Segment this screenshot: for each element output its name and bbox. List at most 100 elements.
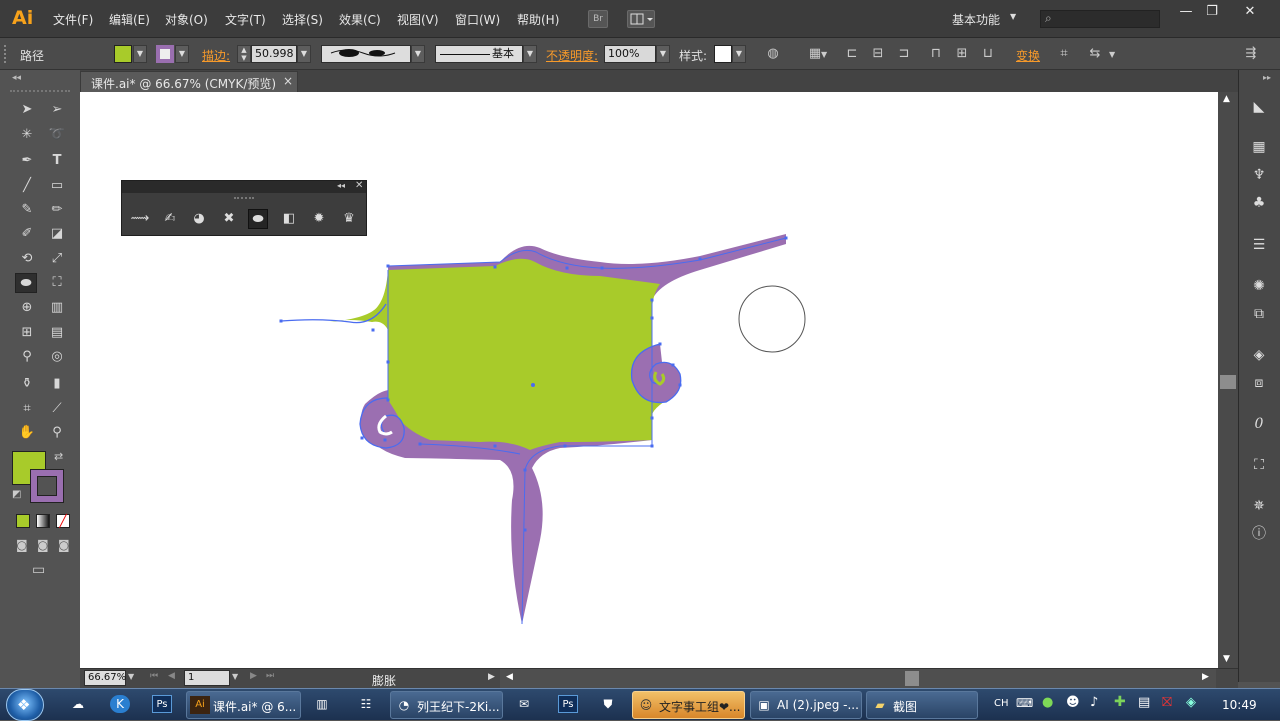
line-tool-icon[interactable]: ╱: [16, 176, 38, 196]
menu-view[interactable]: 视图(V): [397, 11, 439, 28]
anchor-point[interactable]: [386, 264, 390, 268]
draw-normal-icon[interactable]: ◙: [16, 538, 28, 552]
twirl-tool-icon[interactable]: ◕: [189, 209, 209, 229]
scroll-left-icon[interactable]: ◀: [506, 672, 513, 682]
start-button[interactable]: ❖: [6, 689, 44, 721]
last-artboard-icon[interactable]: ⏭: [266, 671, 274, 681]
anchor-point[interactable]: [523, 468, 527, 472]
stroke-swatch[interactable]: [156, 45, 174, 63]
tab-close-icon[interactable]: ×: [283, 74, 293, 88]
transform-link[interactable]: 变换: [1016, 47, 1040, 64]
align-center-icon[interactable]: ⊟: [869, 45, 887, 63]
stroke-panel-icon[interactable]: ☰: [1248, 234, 1270, 256]
wrinkle-tool-icon[interactable]: ♛: [339, 209, 359, 229]
network-icon[interactable]: ▤: [1138, 695, 1150, 710]
crystallize-tool-icon[interactable]: ✹: [309, 209, 329, 229]
artboards-icon[interactable]: ⧈: [1248, 372, 1270, 394]
expand-panels-icon[interactable]: ▸▸: [1263, 73, 1271, 82]
zoom-tool-icon[interactable]: ⚲: [46, 423, 68, 443]
gradient-mode-icon[interactable]: [36, 514, 50, 528]
glyphs-icon[interactable]: 0: [1248, 413, 1270, 435]
symbol-sprayer-tool-icon[interactable]: ⚱: [16, 374, 38, 394]
transform-panel-icon[interactable]: ⛶: [1248, 454, 1270, 476]
anchor-point[interactable]: [279, 319, 283, 323]
taskbar-item-illustrator[interactable]: Ai 课件.ai* @ 6...: [186, 691, 301, 719]
photoshop-icon[interactable]: Ps: [558, 695, 578, 713]
menu-help[interactable]: 帮助(H): [517, 11, 559, 28]
navigator-icon[interactable]: ✵: [1248, 495, 1270, 517]
zoom-field[interactable]: 66.67%: [84, 670, 126, 686]
align-left-icon[interactable]: ⊏: [843, 45, 861, 63]
menu-object[interactable]: 对象(O): [165, 11, 208, 28]
anchor-point[interactable]: [386, 360, 390, 364]
type-tool-icon[interactable]: T: [46, 151, 68, 171]
variable-width-profile[interactable]: [321, 45, 411, 63]
anchor-point[interactable]: [650, 416, 654, 420]
gradient-tool-icon[interactable]: ▤: [46, 323, 68, 343]
anchor-point[interactable]: [658, 342, 662, 346]
security-tray-icon[interactable]: ⛝: [1162, 695, 1172, 710]
anchor-point[interactable]: [650, 316, 654, 320]
swap-colors-icon[interactable]: ⇄: [54, 450, 63, 463]
width-profile-dropdown[interactable]: ▼: [411, 45, 425, 63]
align-top-icon[interactable]: ⊓: [927, 45, 945, 63]
kugou-icon[interactable]: K: [110, 695, 130, 713]
artboard-tool-icon[interactable]: ⌗: [16, 399, 38, 419]
isolate-object-icon[interactable]: ⌗: [1055, 45, 1073, 63]
collapse-toolbox-icon[interactable]: ◂◂: [12, 73, 21, 83]
taskbar-item-image-viewer[interactable]: ▣ AI (2).jpeg -...: [750, 691, 862, 719]
baidu-cloud-icon[interactable]: ☁: [68, 695, 88, 713]
document-list-icon[interactable]: ☷: [356, 695, 376, 713]
opacity-label[interactable]: 不透明度:: [546, 47, 598, 64]
appearance-icon[interactable]: ✺: [1248, 275, 1270, 297]
anchor-point[interactable]: [600, 266, 604, 270]
mesh-tool-icon[interactable]: ⊞: [16, 323, 38, 343]
close-button[interactable]: ✕: [1236, 4, 1264, 22]
scale-tool-icon[interactable]: ⤢: [46, 249, 68, 269]
graphic-styles-icon[interactable]: ⧉: [1248, 303, 1270, 325]
volume-icon[interactable]: ♪: [1090, 695, 1098, 710]
qq-tray-icon[interactable]: ☻: [1066, 695, 1080, 710]
stroke-weight-stepper[interactable]: ▲ ▼: [237, 45, 251, 63]
swatches-icon[interactable]: ▦: [1248, 136, 1270, 158]
restore-button[interactable]: ❐: [1198, 4, 1226, 22]
menu-edit[interactable]: 编辑(E): [109, 11, 150, 28]
taskbar-item-folder[interactable]: ▰ 截图: [866, 691, 978, 719]
layers-icon[interactable]: ◈: [1248, 344, 1270, 366]
color-mode-icon[interactable]: [16, 514, 30, 528]
scallop-tool-icon[interactable]: ◧: [279, 209, 299, 229]
anchor-point[interactable]: [360, 436, 364, 440]
anchor-point[interactable]: [650, 444, 654, 448]
anchor-point[interactable]: [523, 528, 527, 532]
blend-tool-icon[interactable]: ◎: [46, 347, 68, 367]
graph-tool-icon[interactable]: ▮: [46, 374, 68, 394]
anchor-point[interactable]: [371, 328, 375, 332]
stroke-weight-dropdown[interactable]: ▼: [297, 45, 311, 63]
anchor-point[interactable]: [563, 444, 567, 448]
brush-definition[interactable]: 基本: [435, 45, 523, 63]
panel-titlebar[interactable]: [122, 181, 366, 193]
fill-dropdown[interactable]: ▼: [133, 45, 147, 63]
keyboard-icon[interactable]: ⌨: [1016, 696, 1033, 710]
stroke-color-box[interactable]: [30, 469, 64, 503]
color-guide-icon[interactable]: ◣: [1248, 96, 1270, 118]
taskbar-item-chat[interactable]: ☺ 文字事工组❤...: [632, 691, 745, 719]
slice-tool-icon[interactable]: ⟋: [46, 399, 68, 419]
menu-select[interactable]: 选择(S): [282, 11, 323, 28]
recolor-artwork-icon[interactable]: ◍: [764, 45, 782, 63]
panel-menu-icon[interactable]: ⇶: [1242, 45, 1260, 63]
draw-inside-icon[interactable]: ◙: [58, 538, 70, 552]
screen-mode-icon[interactable]: ▭: [32, 562, 45, 578]
menu-file[interactable]: 文件(F): [53, 11, 93, 28]
artboard-number-field[interactable]: 1: [184, 670, 230, 686]
horizontal-scrollbar[interactable]: ◀ ▶: [500, 669, 1216, 688]
brush-dropdown[interactable]: ▼: [523, 45, 537, 63]
zoom-dropdown-icon[interactable]: ▼: [128, 672, 134, 681]
vertical-scroll-thumb[interactable]: [1220, 375, 1236, 389]
menu-effect[interactable]: 效果(C): [339, 11, 381, 28]
pucker-tool-icon[interactable]: ✖: [219, 209, 239, 229]
bloat-tool-icon[interactable]: ⬬: [248, 209, 268, 229]
clock[interactable]: 10:49: [1222, 698, 1257, 712]
opacity-field[interactable]: 100%: [604, 45, 656, 63]
anchor-point[interactable]: [650, 298, 654, 302]
